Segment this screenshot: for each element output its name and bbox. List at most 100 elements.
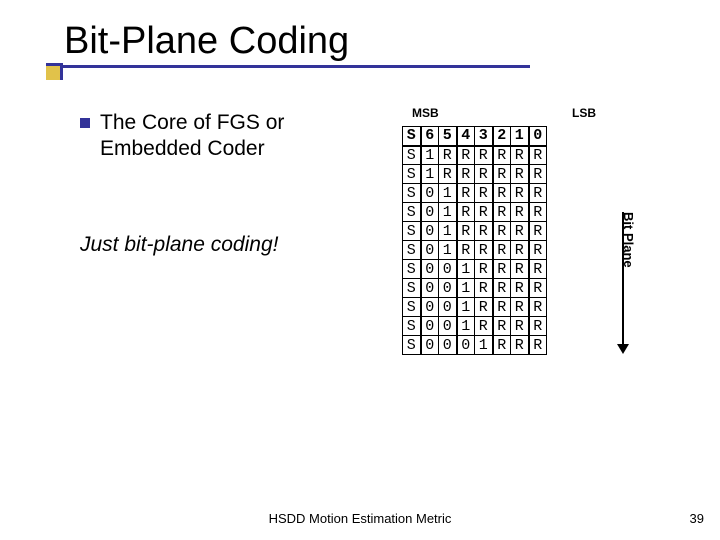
table-cell: 1 [439,184,457,203]
title-corner-icon [46,63,63,80]
table-cell: S [403,165,421,184]
table-cell: R [493,279,511,298]
table-cell: 0 [421,184,439,203]
table-cell: S [403,241,421,260]
bullet-item: The Core of FGS or Embedded Coder [80,110,380,163]
table-cell: S [403,184,421,203]
table-cell: 1 [457,298,475,317]
table-cell: R [493,241,511,260]
table-row: S001RRRR [403,298,547,317]
table-cell: R [511,203,529,222]
bit-plane-axis-label: Bit Plane [621,212,636,268]
table-cell: 1 [457,260,475,279]
bitplane-table: S6543210S1RRRRRRS1RRRRRRS01RRRRRS01RRRRR… [402,126,547,355]
table-cell: R [493,298,511,317]
table-cell: R [529,298,547,317]
table-cell: R [475,241,493,260]
table-cell: 0 [439,298,457,317]
table-cell: R [475,184,493,203]
table-cell: 0 [421,279,439,298]
table-cell: R [457,203,475,222]
table-cell: R [529,146,547,165]
bitplane-table-wrap: MSB LSB S6543210S1RRRRRRS1RRRRRRS01RRRRR… [402,106,547,355]
table-cell: R [511,260,529,279]
table-cell: 0 [529,127,547,146]
table-cell: R [511,298,529,317]
table-cell: R [493,203,511,222]
msb-label: MSB [412,106,439,120]
table-cell: 1 [439,241,457,260]
table-cell: R [511,279,529,298]
table-cell: R [511,317,529,336]
table-cell: 1 [421,165,439,184]
table-cell: R [457,241,475,260]
table-cell: R [511,336,529,355]
table-cell: R [457,184,475,203]
table-cell: R [457,146,475,165]
table-cell: R [475,222,493,241]
slide-footer: HSDD Motion Estimation Metric [0,511,720,526]
table-cell: R [511,241,529,260]
slide-title-block: Bit-Plane Coding [60,20,620,68]
table-row: S001RRRR [403,279,547,298]
table-row: S01RRRRR [403,203,547,222]
table-cell: R [475,260,493,279]
table-row: S01RRRRR [403,241,547,260]
table-cell: 1 [475,336,493,355]
square-bullet-icon [80,118,90,128]
slide-body: The Core of FGS or Embedded Coder Just b… [80,110,380,257]
table-cell: S [403,222,421,241]
table-cell: R [529,336,547,355]
table-row: S0001RRR [403,336,547,355]
table-cell: 4 [457,127,475,146]
table-cell: R [511,184,529,203]
table-cell: 1 [421,146,439,165]
page-number: 39 [690,511,704,526]
bullet-text: The Core of FGS or Embedded Coder [100,110,380,163]
table-cell: R [529,165,547,184]
table-cell: R [493,222,511,241]
table-cell: R [493,317,511,336]
slide: Bit-Plane Coding The Core of FGS or Embe… [0,0,720,540]
table-cell: 1 [457,279,475,298]
table-cell: 1 [439,222,457,241]
table-cell: R [475,203,493,222]
table-row: S1RRRRRR [403,165,547,184]
table-cell: R [511,146,529,165]
table-row: S1RRRRRR [403,146,547,165]
table-cell: S [403,298,421,317]
table-cell: 0 [421,298,439,317]
bit-labels: MSB LSB [402,106,547,122]
table-cell: S [403,279,421,298]
table-cell: 0 [421,317,439,336]
table-cell: 2 [493,127,511,146]
table-cell: R [457,165,475,184]
table-cell: S [403,203,421,222]
table-row: S01RRRRR [403,222,547,241]
table-cell: S [403,127,421,146]
table-row: S01RRRRR [403,184,547,203]
table-row: S001RRRR [403,317,547,336]
table-cell: R [529,260,547,279]
table-cell: 0 [421,336,439,355]
table-cell: 3 [475,127,493,146]
italic-caption: Just bit-plane coding! [80,233,380,257]
table-cell: R [475,317,493,336]
table-cell: R [457,222,475,241]
table-cell: R [439,165,457,184]
table-cell: R [439,146,457,165]
table-cell: 6 [421,127,439,146]
table-cell: R [511,222,529,241]
table-cell: 5 [439,127,457,146]
table-cell: R [493,165,511,184]
table-cell: 0 [439,336,457,355]
table-cell: R [475,279,493,298]
table-cell: R [493,184,511,203]
table-cell: R [475,298,493,317]
table-cell: R [529,279,547,298]
table-cell: R [475,165,493,184]
table-cell: R [529,203,547,222]
table-cell: S [403,146,421,165]
table-cell: 0 [439,260,457,279]
table-cell: S [403,317,421,336]
